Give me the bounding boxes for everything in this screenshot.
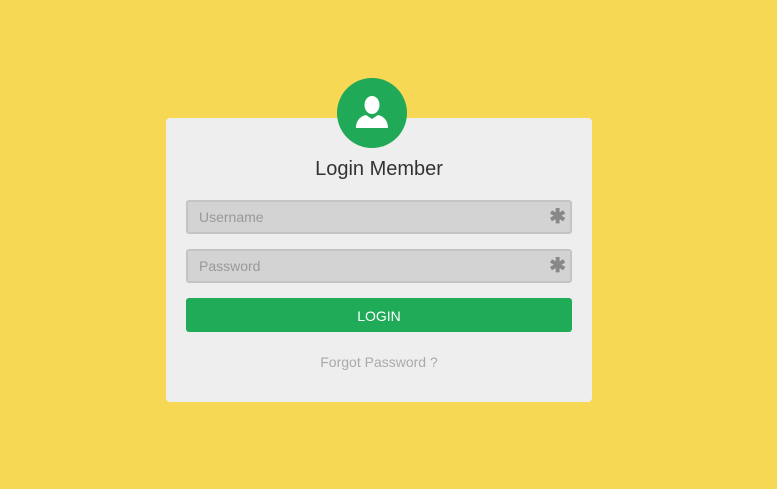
username-field-wrapper: ✱	[186, 200, 572, 234]
avatar	[337, 78, 407, 148]
required-asterisk-icon: ✱	[549, 255, 566, 277]
forgot-password-link[interactable]: Forgot Password ?	[166, 354, 592, 370]
form-title: Login Member	[315, 158, 443, 180]
password-input[interactable]	[188, 251, 570, 281]
password-field-wrapper: ✱	[186, 249, 572, 283]
login-card: Login Member ✱ ✱ LOGIN Forgot Password ?	[166, 118, 592, 402]
username-input[interactable]	[188, 202, 570, 232]
required-asterisk-icon: ✱	[549, 206, 566, 228]
user-icon	[356, 96, 388, 128]
login-button[interactable]: LOGIN	[186, 298, 572, 332]
